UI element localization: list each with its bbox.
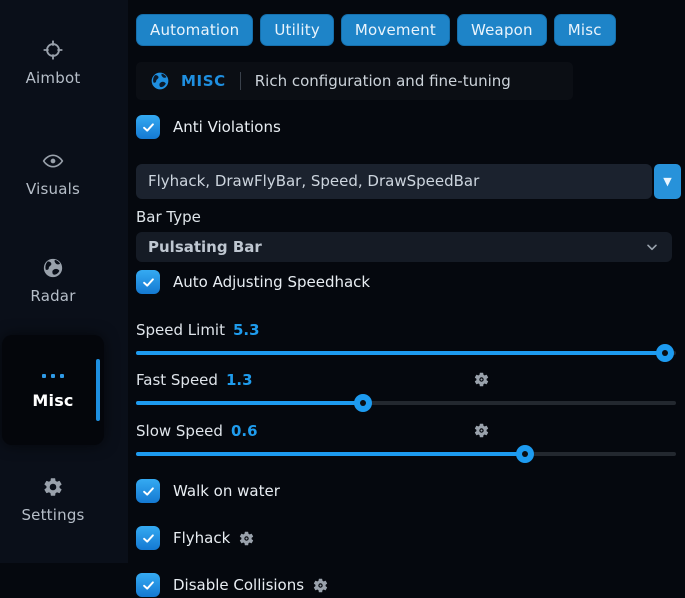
sidebar: Aimbot Visuals Radar (0, 0, 128, 563)
eye-icon (41, 149, 65, 173)
fast-speed-gear-icon[interactable] (473, 371, 490, 388)
fast-speed-label: Fast Speed (136, 371, 218, 389)
disable-collisions-gear-icon[interactable] (312, 577, 329, 594)
ellipsis-icon (41, 371, 65, 381)
disable-collisions-row: Disable Collisions (136, 572, 685, 598)
auto-adjusting-row: Auto Adjusting Speedhack (136, 269, 685, 295)
walk-on-water-label: Walk on water (173, 482, 280, 500)
tab-movement[interactable]: Movement (341, 14, 450, 46)
gear-icon (41, 475, 65, 499)
bar-type-selected-value: Pulsating Bar (148, 238, 262, 256)
speed-limit-label-row: Speed Limit 5.3 (136, 319, 685, 341)
disable-collisions-label: Disable Collisions (173, 576, 304, 594)
slow-speed-slider[interactable] (136, 446, 676, 462)
sidebar-item-misc[interactable]: Misc (2, 335, 104, 445)
check-icon (141, 275, 156, 290)
sidebar-item-visuals[interactable]: Visuals (0, 149, 106, 198)
tab-automation[interactable]: Automation (136, 14, 253, 46)
tab-weapon[interactable]: Weapon (457, 14, 547, 46)
sidebar-item-aimbot[interactable]: Aimbot (0, 38, 106, 87)
slider-handle[interactable] (354, 394, 372, 412)
auto-adjusting-label: Auto Adjusting Speedhack (173, 273, 370, 291)
slow-speed-gear-icon[interactable] (473, 422, 490, 439)
slider-fill (136, 351, 665, 355)
sidebar-item-label: Radar (30, 287, 75, 305)
fast-speed-slider[interactable] (136, 395, 676, 411)
sidebar-item-label: Visuals (26, 180, 80, 198)
bars-multiselect[interactable]: Flyhack, DrawFlyBar, Speed, DrawSpeedBar… (136, 164, 681, 199)
check-icon (141, 531, 156, 546)
tab-utility[interactable]: Utility (260, 14, 334, 46)
bars-multiselect-value[interactable]: Flyhack, DrawFlyBar, Speed, DrawSpeedBar (136, 164, 652, 199)
flyhack-gear-icon[interactable] (238, 530, 255, 547)
slider-fill (136, 401, 363, 405)
anti-violations-row: Anti Violations (136, 114, 685, 140)
auto-adjusting-checkbox[interactable] (136, 270, 160, 294)
bar-type-select[interactable]: Pulsating Bar (136, 232, 672, 262)
check-icon (141, 578, 156, 593)
flyhack-label: Flyhack (173, 529, 230, 547)
slow-speed-label: Slow Speed (136, 422, 223, 440)
anti-violations-label: Anti Violations (173, 118, 281, 136)
globe-icon (41, 256, 65, 280)
tab-misc[interactable]: Misc (554, 14, 616, 46)
section-title: MISC (181, 72, 226, 90)
slow-speed-label-row: Slow Speed 0.6 (136, 420, 685, 442)
bar-type-label: Bar Type (136, 208, 685, 226)
anti-violations-checkbox[interactable] (136, 115, 160, 139)
check-icon (141, 484, 156, 499)
slider-handle[interactable] (516, 445, 534, 463)
main-panel: Automation Utility Movement Weapon Misc … (128, 0, 685, 563)
slider-fill (136, 452, 525, 456)
slider-handle[interactable] (656, 344, 674, 362)
check-icon (141, 120, 156, 135)
crosshair-icon (41, 38, 65, 62)
flyhack-row: Flyhack (136, 525, 685, 551)
fast-speed-label-row: Fast Speed 1.3 (136, 369, 685, 391)
category-tabs: Automation Utility Movement Weapon Misc (136, 14, 685, 46)
section-subtitle: Rich configuration and fine-tuning (255, 72, 511, 90)
flyhack-checkbox[interactable] (136, 526, 160, 550)
selected-indicator (96, 359, 100, 421)
caret-down-icon: ▼ (663, 175, 671, 188)
slow-speed-value: 0.6 (231, 422, 258, 440)
globe-icon (150, 71, 170, 91)
sidebar-item-radar[interactable]: Radar (0, 256, 106, 305)
sidebar-item-label: Aimbot (26, 69, 81, 87)
walk-on-water-checkbox[interactable] (136, 479, 160, 503)
sidebar-item-label: Settings (21, 506, 84, 524)
sidebar-item-label: Misc (32, 391, 73, 410)
sidebar-item-settings[interactable]: Settings (0, 475, 106, 524)
dropdown-open-button[interactable]: ▼ (654, 164, 681, 199)
speed-limit-value: 5.3 (233, 321, 260, 339)
chevron-down-icon (644, 239, 660, 255)
walk-on-water-row: Walk on water (136, 478, 685, 504)
divider (240, 72, 241, 90)
fast-speed-value: 1.3 (226, 371, 253, 389)
section-header: MISC Rich configuration and fine-tuning (136, 62, 573, 100)
disable-collisions-checkbox[interactable] (136, 573, 160, 597)
speed-limit-slider[interactable] (136, 345, 676, 361)
app-window: Aimbot Visuals Radar (0, 0, 685, 563)
speed-limit-label: Speed Limit (136, 321, 225, 339)
